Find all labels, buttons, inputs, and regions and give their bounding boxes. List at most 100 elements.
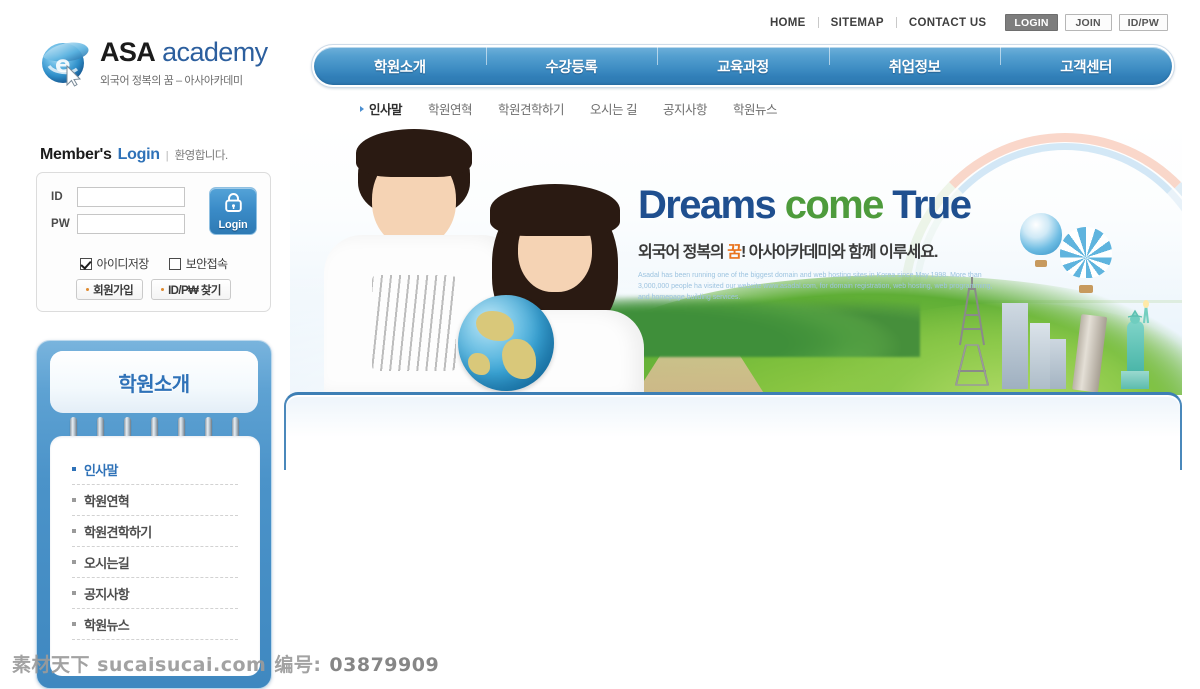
sub-nav-item-history[interactable]: 학원연혁: [428, 99, 473, 118]
side-menu-item-label: 학원뉴스: [84, 617, 130, 633]
leaning-tower-of-pisa-icon: [1072, 313, 1108, 393]
side-menu-item-greeting[interactable]: 인사말: [72, 454, 238, 485]
side-menu-item-news[interactable]: 학원뉴스: [72, 609, 238, 640]
login-heading-member: Member's: [40, 146, 112, 163]
ie-browser-e-icon: e: [36, 36, 92, 88]
find-id-pw-label: ID/P₩ 찾기: [168, 284, 221, 297]
login-submit-label: Login: [218, 218, 248, 231]
banner-subline-highlight: 꿈: [727, 244, 742, 261]
login-button[interactable]: LOGIN: [1005, 14, 1058, 31]
main-nav: 학원소개 수강등록 교육과정 취업정보 고객센터: [311, 44, 1175, 88]
logo-title-primary: ASA: [100, 36, 156, 67]
logo-title: ASA academy: [100, 36, 268, 67]
checkbox-unchecked-icon[interactable]: [168, 257, 181, 270]
building-icon: [1030, 323, 1050, 389]
sub-nav-item-news[interactable]: 학원뉴스: [733, 99, 778, 118]
bullet-dot-icon: [86, 288, 90, 291]
watermark-id-value: 03879909: [329, 654, 440, 676]
side-menu-title-label: 학원소개: [118, 373, 190, 396]
banner-fineprint: Asadal has been running one of the bigge…: [638, 272, 993, 301]
tshirt-graphic: [372, 275, 456, 371]
main-nav-item-customer-center[interactable]: 고객센터: [1000, 46, 1172, 77]
bullet-dot-icon: [161, 288, 165, 291]
bullet-square-icon: [72, 560, 76, 564]
login-heading-welcome: 환영합니다.: [174, 150, 229, 162]
join-button[interactable]: JOIN: [1064, 14, 1112, 31]
side-menu-item-label: 오시는길: [84, 555, 130, 571]
side-menu-item-label: 인사말: [84, 462, 118, 478]
main-nav-item-job-info[interactable]: 취업정보: [828, 46, 1001, 77]
side-menu-item-tour[interactable]: 학원견학하기: [72, 516, 238, 547]
banner-subline: 외국어 정복의 꿈! 아사아카데미와 함께 이루세요.: [638, 238, 1018, 262]
login-heading-separator: |: [165, 150, 169, 162]
main-nav-item-course-registration[interactable]: 수강등록: [485, 46, 658, 77]
side-menu-item-history[interactable]: 학원연혁: [72, 485, 238, 516]
logo-text: ASA academy 외국어 정복의 꿈 – 아사아카데미: [100, 36, 268, 88]
sub-nav-item-greeting[interactable]: 인사말: [360, 99, 403, 118]
login-pw-input[interactable]: [77, 214, 185, 234]
secure-login-checkbox[interactable]: 보안접속: [168, 255, 228, 272]
login-options: 아이디저장 보안접속: [37, 255, 270, 272]
banner-headline-word3: True: [892, 183, 972, 227]
utility-link-contact-us[interactable]: CONTACT US: [897, 17, 999, 29]
side-menu: 학원소개 인사말 학원연혁 학원견학하기 오시는길 공지사항 학원뉴스: [36, 340, 272, 689]
stock-photo-watermark: 素材天下 sucaisucai.com 编号: 03879909: [12, 650, 439, 677]
utility-link-home[interactable]: HOME: [758, 17, 818, 29]
globe-icon: [458, 295, 554, 391]
login-submit-button[interactable]: Login: [209, 187, 257, 235]
side-menu-item-label: 학원견학하기: [84, 524, 152, 540]
id-pw-button[interactable]: ID/PW: [1118, 14, 1168, 31]
utility-link-sitemap[interactable]: SITEMAP: [819, 17, 896, 29]
site-logo[interactable]: e ASA academy 외국어 정복의 꿈 – 아사아카데미: [36, 36, 268, 88]
bullet-square-icon: [72, 529, 76, 533]
logo-title-secondary: academy: [162, 36, 268, 67]
find-id-pw-button[interactable]: ID/P₩ 찾기: [151, 279, 231, 300]
logo-tagline: 외국어 정복의 꿈 – 아사아카데미: [100, 74, 243, 87]
secure-login-label: 보안접속: [185, 257, 228, 271]
side-menu-item-label: 학원연혁: [84, 493, 130, 509]
page-root: HOME SITEMAP CONTACT US LOGIN JOIN ID/PW: [0, 0, 1200, 689]
login-id-label: ID: [51, 191, 63, 203]
sub-nav-item-directions[interactable]: 오시는 길: [590, 99, 637, 118]
login-panel-heading: Member's Login | 환영합니다.: [40, 146, 228, 164]
statue-of-liberty-icon: [1118, 297, 1152, 389]
watermark-id-label: 编号:: [274, 654, 322, 676]
banner-copy: Dreams come True 외국어 정복의 꿈! 아사아카데미와 함께 이…: [638, 185, 1018, 304]
watermark-site: 素材天下 sucaisucai.com: [12, 654, 267, 676]
banner-subline-pre: 외국어 정복의: [638, 244, 728, 261]
save-id-checkbox[interactable]: 아이디저장: [79, 255, 150, 272]
side-menu-title: 학원소개: [50, 351, 258, 413]
banner-headline: Dreams come True: [638, 185, 1018, 225]
signup-button[interactable]: 회원가입: [76, 279, 144, 300]
building-icon: [1002, 303, 1028, 389]
checkbox-checked-icon[interactable]: [79, 257, 92, 270]
banner-headline-word1: Dreams: [638, 183, 777, 227]
hero-banner[interactable]: Dreams come True 외국어 정복의 꿈! 아사아카데미와 함께 이…: [290, 125, 1182, 395]
sub-nav: 인사말 학원연혁 학원견학하기 오시는 길 공지사항 학원뉴스: [360, 99, 778, 118]
login-form: ID PW Login 아이디저장 보안접속 회원가입 ID/P₩ 찾기: [36, 172, 271, 312]
main-nav-item-academy-intro[interactable]: 학원소개: [314, 56, 486, 77]
side-menu-item-directions[interactable]: 오시는길: [72, 547, 238, 578]
banner-headline-word2: come: [784, 183, 885, 227]
utility-nav: HOME SITEMAP CONTACT US LOGIN JOIN ID/PW: [758, 14, 1168, 31]
bullet-square-icon: [72, 498, 76, 502]
login-heading-login: Login: [117, 146, 160, 163]
lock-icon: [224, 192, 243, 218]
save-id-label: 아이디저장: [96, 257, 150, 271]
side-menu-list: 인사말 학원연혁 학원견학하기 오시는길 공지사항 학원뉴스: [50, 436, 260, 676]
bullet-square-icon: [72, 591, 76, 595]
bullet-square-icon: [72, 467, 76, 471]
login-id-input[interactable]: [77, 187, 185, 207]
login-pw-label: PW: [51, 218, 70, 230]
side-menu-item-label: 공지사항: [84, 586, 130, 602]
main-nav-item-curriculum[interactable]: 교육과정: [657, 46, 829, 77]
content-frame-top-fade: [286, 397, 1180, 437]
sub-nav-item-notice[interactable]: 공지사항: [663, 99, 708, 118]
building-icon: [1050, 339, 1066, 389]
bullet-square-icon: [72, 622, 76, 626]
signup-label: 회원가입: [93, 284, 134, 297]
banner-subline-post: ! 아사아카데미와 함께 이루세요.: [740, 244, 938, 261]
sub-nav-item-tour[interactable]: 학원견학하기: [498, 99, 565, 118]
side-menu-item-notice[interactable]: 공지사항: [72, 578, 238, 609]
login-actions: 회원가입 ID/P₩ 찾기: [37, 279, 270, 300]
